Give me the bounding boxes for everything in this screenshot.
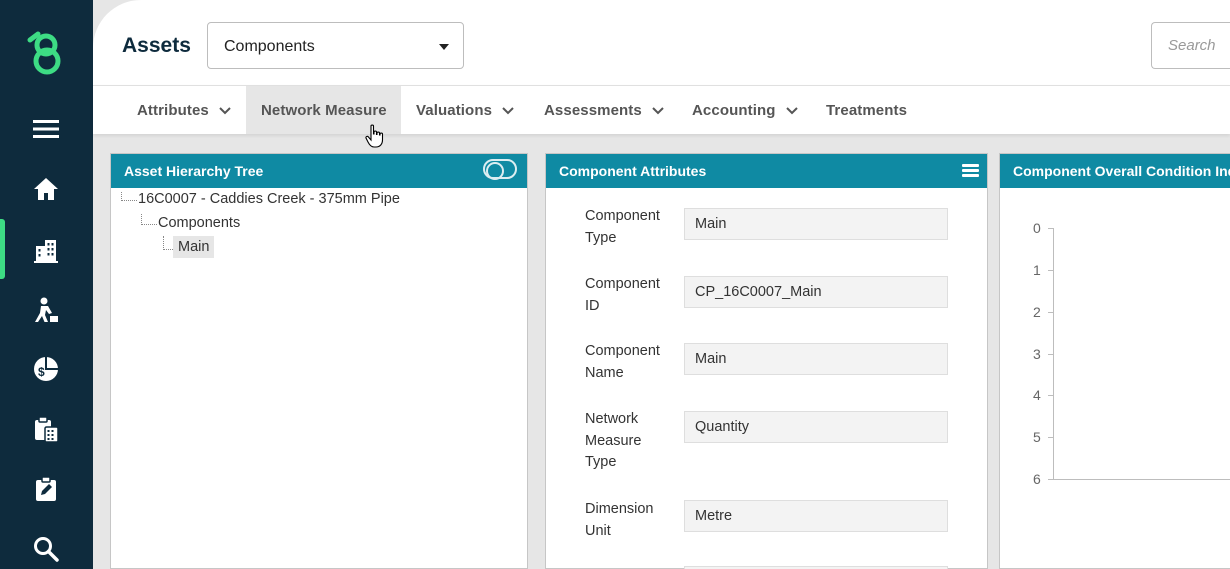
header: Assets Components (93, 0, 1230, 85)
worker-icon[interactable] (31, 295, 61, 325)
home-icon[interactable] (31, 174, 61, 204)
tab-accounting[interactable]: Accounting (677, 86, 807, 134)
sidebar: $ (0, 0, 93, 569)
chart-x-axis (1053, 479, 1230, 480)
tree-node-main[interactable]: Main (173, 236, 215, 258)
y-tick-mark (1048, 228, 1053, 229)
hand-cursor-icon (365, 124, 384, 148)
tab-label: Attributes (137, 101, 209, 119)
tab-label: Assessments (544, 101, 642, 119)
buildings-icon[interactable] (31, 235, 61, 265)
toggle-switch[interactable] (483, 159, 517, 180)
component-type-field[interactable]: Main (684, 208, 948, 240)
tree-connector (121, 192, 137, 201)
search-icon[interactable] (31, 534, 61, 564)
tab-label: Accounting (692, 101, 776, 119)
tree-node-components[interactable]: Components (158, 215, 240, 231)
module-select-value: Components (224, 38, 315, 55)
chevron-down-icon (219, 107, 231, 115)
clipboard-calculator-icon[interactable] (31, 414, 61, 444)
menu-icon[interactable] (31, 114, 61, 144)
clipboard-edit-icon[interactable] (31, 474, 61, 504)
y-tick-label: 2 (1033, 303, 1041, 320)
panel-header: Component Overall Condition Index (1000, 154, 1230, 188)
brand-logo[interactable] (26, 30, 68, 76)
tree-connector (141, 214, 157, 225)
network-measure-type-field[interactable]: Quantity (684, 411, 948, 443)
y-tick-label: 5 (1033, 429, 1041, 446)
y-tick-label: 3 (1033, 345, 1041, 362)
tab-label: Network Measure (261, 101, 387, 119)
component-id-field[interactable]: CP_16C0007_Main (684, 276, 948, 308)
panel-title: Asset Hierarchy Tree (124, 163, 264, 179)
tab-treatments[interactable]: Treatments (811, 86, 921, 134)
chevron-down-icon (502, 107, 514, 115)
y-tick-mark (1048, 395, 1053, 397)
tab-assessments[interactable]: Assessments (529, 86, 669, 134)
hamburger-menu-icon[interactable] (962, 164, 979, 178)
attribute-label: Network Measure Type (585, 411, 642, 470)
svg-text:$: $ (38, 365, 45, 379)
tree-node-root[interactable]: 16C0007 - Caddies Creek - 375mm Pipe (138, 191, 400, 207)
caret-down-icon (439, 44, 449, 50)
chevron-down-icon (785, 107, 798, 115)
search-field[interactable] (1151, 22, 1230, 69)
tab-bar: Attributes Network Measure Valuations As… (93, 85, 1230, 134)
y-tick-label: 0 (1033, 220, 1041, 236)
asset-hierarchy-panel: Asset Hierarchy Tree 16C0007 - Caddies C… (110, 153, 528, 569)
search-input[interactable] (1152, 23, 1230, 68)
panel-title: Component Overall Condition Index (1013, 163, 1230, 179)
sidebar-active-indicator (0, 219, 5, 279)
tab-attributes[interactable]: Attributes (122, 86, 234, 134)
attribute-label: Component Type (585, 208, 660, 246)
module-select[interactable]: Components (207, 22, 464, 69)
chevron-down-icon (652, 107, 664, 115)
y-tick-mark (1048, 269, 1053, 271)
y-tick-mark (1048, 353, 1053, 355)
page-title: Assets (122, 34, 191, 57)
tab-label: Treatments (826, 101, 908, 119)
panel-title: Component Attributes (559, 163, 707, 179)
tab-label: Valuations (416, 101, 493, 119)
chart-y-axis (1053, 228, 1054, 480)
component-attributes-panel: Component Attributes Component Type Main… (545, 153, 988, 569)
tree-connector (163, 236, 173, 250)
attribute-label: Component Name (585, 343, 660, 381)
y-tick-label: 6 (1033, 471, 1041, 487)
dimension-unit-field[interactable]: Metre (684, 500, 948, 532)
y-tick-mark (1048, 437, 1053, 439)
y-tick-mark (1048, 479, 1053, 480)
attribute-label: Dimension Unit (585, 501, 654, 539)
y-tick-label: 1 (1033, 261, 1041, 278)
panel-header: Asset Hierarchy Tree (111, 154, 527, 188)
attribute-label: Component ID (585, 276, 660, 314)
dollar-chart-icon[interactable]: $ (31, 354, 61, 384)
panel-header: Component Attributes (546, 154, 987, 188)
y-tick-mark (1048, 311, 1053, 313)
tab-valuations[interactable]: Valuations (401, 86, 521, 134)
component-name-field[interactable]: Main (684, 343, 948, 375)
y-tick-label: 4 (1033, 387, 1041, 404)
